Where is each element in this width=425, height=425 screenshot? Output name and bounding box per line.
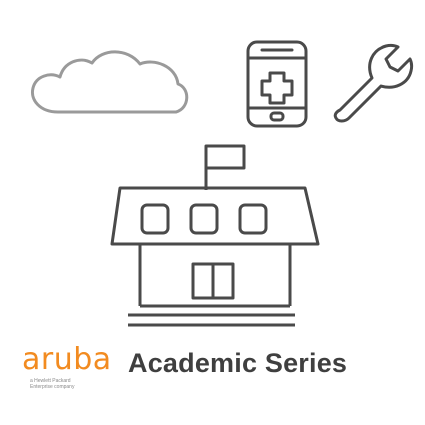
cloud-icon bbox=[30, 50, 189, 114]
series-title: Academic Series bbox=[128, 348, 348, 378]
brand-tagline-line2: Enterprise company bbox=[30, 384, 75, 390]
mobile-device-medical-icon bbox=[246, 40, 308, 128]
wrench-icon bbox=[333, 43, 414, 123]
brand-wordmark: aruba bbox=[22, 342, 112, 377]
aruba-logo: aruba a Hewlett Packard Enterprise compa… bbox=[22, 344, 142, 404]
ground-lines bbox=[128, 313, 295, 327]
school-building-icon bbox=[110, 144, 320, 308]
brand-tagline: a Hewlett Packard Enterprise company bbox=[30, 378, 120, 390]
